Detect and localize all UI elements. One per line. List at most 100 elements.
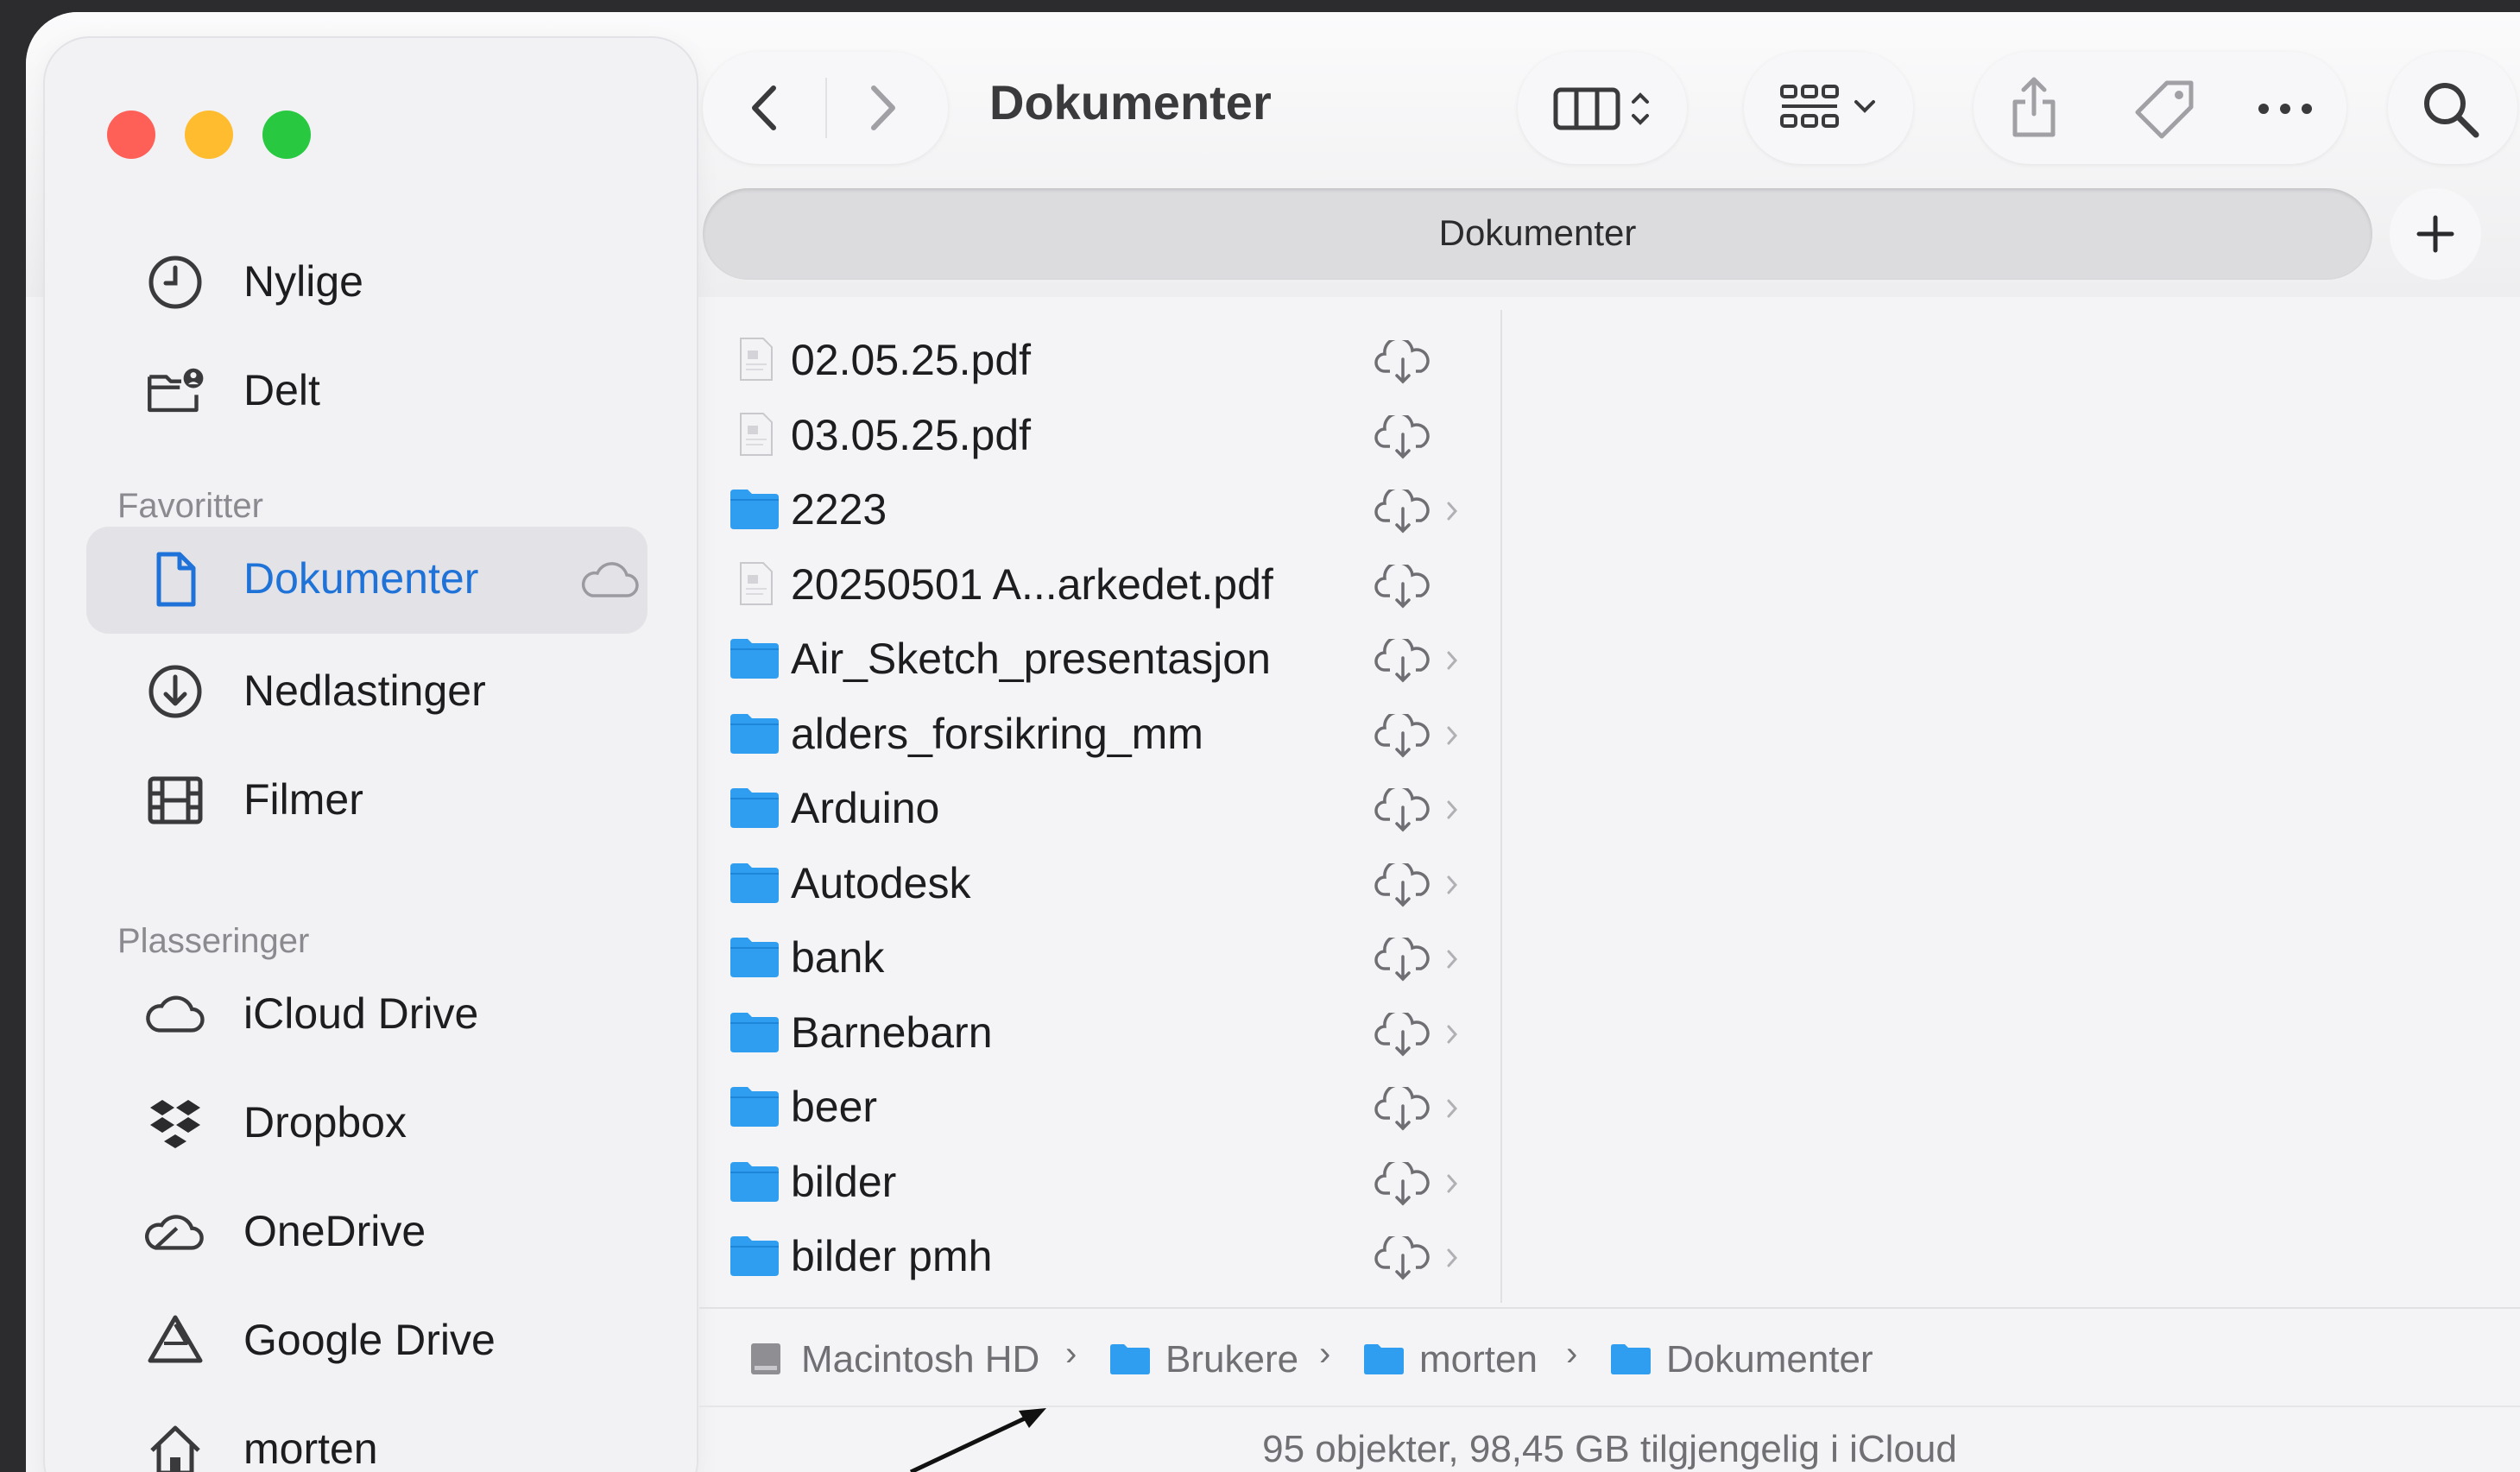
folder-icon <box>730 639 779 679</box>
cloud-download-icon[interactable] <box>1373 788 1433 833</box>
sidebar-item-label: Nedlastinger <box>243 667 486 715</box>
clock-icon <box>148 256 202 309</box>
grid-group-icon <box>1780 85 1875 128</box>
cloud-download-icon[interactable] <box>1373 414 1433 460</box>
file-list: 02.05.25.pdf 03.05.25.pdf 2223 20250501 A..… <box>708 323 1502 1307</box>
cloud-download-icon[interactable] <box>1373 713 1433 759</box>
file-row[interactable]: 02.05.25.pdf <box>708 323 1485 397</box>
file-row[interactable]: 20250501 A...arkedet.pdf <box>708 547 1485 622</box>
sidebar-item-filmer[interactable]: Filmer <box>86 748 647 850</box>
folder-row[interactable]: bilder pmh <box>708 1219 1485 1293</box>
sidebar-item-dokumenter[interactable]: Dokumenter <box>86 527 647 634</box>
sidebar-item-label: Nylige <box>243 257 363 306</box>
search-icon <box>2424 83 2479 138</box>
minimize-button[interactable] <box>185 111 233 159</box>
sidebar-item-label: Google Drive <box>243 1316 496 1364</box>
cloud-download-icon[interactable] <box>1373 1161 1433 1207</box>
sidebar-item-label: Filmer <box>243 775 363 824</box>
folder-icon <box>730 713 779 754</box>
folder-icon <box>730 862 779 903</box>
section-header-plasseringer: Plasseringer <box>117 922 310 960</box>
file-name: 20250501 A...arkedet.pdf <box>791 559 1273 609</box>
folder-icon <box>730 1012 779 1052</box>
sidebar-item-icloud-drive[interactable]: iCloud Drive <box>86 962 647 1064</box>
folder-row[interactable]: bilder <box>708 1145 1485 1219</box>
sidebar-item-dropbox[interactable]: Dropbox <box>86 1071 647 1172</box>
folder-row[interactable]: beer <box>708 1070 1485 1144</box>
file-name: Arduino <box>791 784 940 832</box>
google-drive-icon <box>148 1315 203 1363</box>
actions-group <box>1974 52 2346 164</box>
share-icon[interactable] <box>2008 74 2060 140</box>
chevron-left-icon[interactable] <box>748 83 782 133</box>
breadcrumb-label: Macintosh HD <box>801 1338 1040 1380</box>
dropbox-icon <box>150 1100 200 1148</box>
column-divider[interactable] <box>1500 310 1502 1303</box>
sidebar-item-label: morten <box>243 1425 378 1472</box>
file-name: 2223 <box>791 485 887 534</box>
chevron-right-icon <box>1447 1248 1458 1267</box>
chevron-right-icon[interactable] <box>865 83 900 133</box>
finder-window: Nylige Delt Favoritter Dokumenter Nedlas… <box>26 12 2520 1472</box>
folder-row[interactable]: Arduino <box>708 771 1485 845</box>
folder-icon <box>730 788 779 828</box>
cloud-download-icon[interactable] <box>1373 1012 1433 1058</box>
cloud-download-icon[interactable] <box>1373 862 1433 908</box>
breadcrumb-label: Dokumenter <box>1666 1338 1873 1380</box>
sidebar-item-google-drive[interactable]: Google Drive <box>86 1288 647 1390</box>
breadcrumb-separator: › <box>1065 1335 1077 1373</box>
file-row[interactable]: 03.05.25.pdf <box>708 398 1485 472</box>
sidebar-item-label: OneDrive <box>243 1207 426 1255</box>
sidebar-item-nedlastinger[interactable]: Nedlastinger <box>86 639 647 741</box>
search-button[interactable] <box>2388 52 2517 164</box>
sidebar-item-nylige[interactable]: Nylige <box>86 230 647 332</box>
cloud-download-icon[interactable] <box>1373 639 1433 684</box>
sidebar-item-label: iCloud Drive <box>243 989 479 1038</box>
sidebar-item-onedrive[interactable]: OneDrive <box>86 1179 647 1281</box>
folder-row[interactable]: Autodesk <box>708 846 1485 920</box>
view-mode-button[interactable] <box>1518 52 1687 164</box>
close-button[interactable] <box>107 111 155 159</box>
sidebar-item-morten[interactable]: morten <box>86 1397 647 1472</box>
sidebar-item-delt[interactable]: Delt <box>86 338 647 440</box>
zoom-button[interactable] <box>262 111 311 159</box>
cloud-download-icon[interactable] <box>1373 1236 1433 1281</box>
group-by-button[interactable] <box>1744 52 1913 164</box>
tag-icon[interactable] <box>2132 78 2196 142</box>
sidebar: Nylige Delt Favoritter Dokumenter Nedlas… <box>45 38 697 1472</box>
folder-row[interactable]: Barnebarn <box>708 995 1485 1070</box>
folder-icon <box>730 1161 779 1202</box>
file-name: alders_forsikring_mm <box>791 709 1203 758</box>
folder-icon <box>730 1236 779 1276</box>
cloud-download-icon[interactable] <box>1373 938 1433 982</box>
chevron-right-icon <box>1447 950 1458 969</box>
cloud-download-icon[interactable] <box>1373 490 1433 534</box>
folder-icon <box>730 490 779 529</box>
folder-row[interactable]: alders_forsikring_mm <box>708 697 1485 771</box>
folder-icon <box>1110 1344 1150 1374</box>
tab-dokumenter[interactable]: Dokumenter <box>703 188 2372 280</box>
new-tab-button[interactable] <box>2390 188 2481 280</box>
shared-folder-icon <box>148 368 204 413</box>
pdf-file-icon <box>740 338 773 381</box>
section-header-favoritter: Favoritter <box>117 487 263 525</box>
cloud-download-icon[interactable] <box>1373 1087 1433 1132</box>
cloud-download-icon[interactable] <box>1373 564 1433 610</box>
folder-icon <box>730 1087 779 1127</box>
chevron-right-icon <box>1447 1025 1458 1043</box>
folder-row[interactable]: bank <box>708 920 1485 995</box>
file-name: bank <box>791 933 885 982</box>
cloud-download-icon[interactable] <box>1373 340 1433 385</box>
chevron-right-icon <box>1447 502 1458 521</box>
folder-row[interactable]: 2223 <box>708 472 1485 546</box>
breadcrumb-label: morten <box>1419 1338 1538 1380</box>
chevron-right-icon <box>1447 651 1458 670</box>
sidebar-item-label: Dropbox <box>243 1098 407 1147</box>
path-bar: Macintosh HD Brukere morten Dokumenter › › › <box>699 1307 2520 1406</box>
folder-row[interactable]: Air_Sketch_presentasjon <box>708 622 1485 696</box>
ellipsis-icon[interactable] <box>2255 100 2315 117</box>
chevron-right-icon <box>1447 800 1458 819</box>
folder-icon <box>730 938 779 977</box>
file-name: Air_Sketch_presentasjon <box>791 635 1271 683</box>
window-title: Dokumenter <box>989 75 1272 130</box>
